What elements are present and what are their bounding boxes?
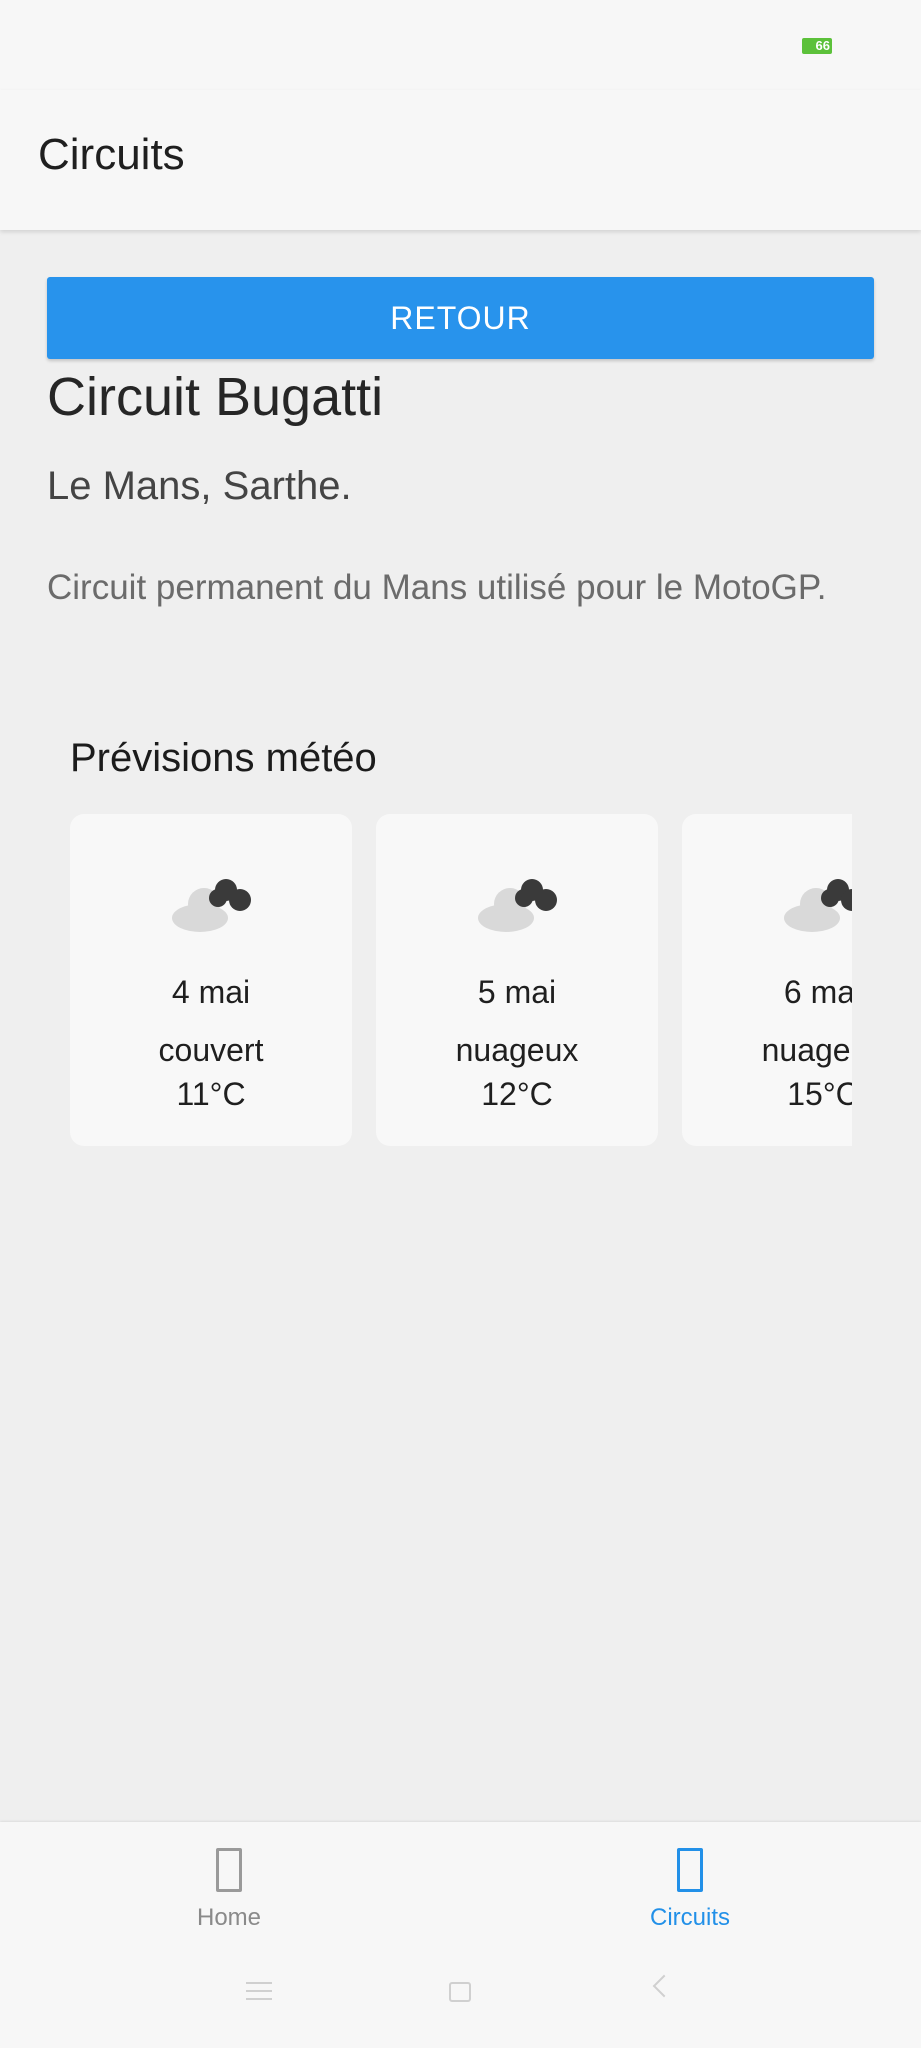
forecast-description: couvert	[158, 1032, 264, 1068]
nav-item-home[interactable]: Home	[149, 1848, 309, 1948]
forecast-card: 6 mai nuageux 15°C	[682, 814, 852, 1146]
recent-apps-icon[interactable]	[246, 1982, 272, 2006]
home-button-icon[interactable]	[449, 1982, 471, 2002]
forecast-temperature: 11°C	[176, 1076, 246, 1112]
cloudy-icon	[784, 879, 852, 932]
circuit-name: Circuit Bugatti	[47, 367, 384, 427]
forecast-title: Prévisions météo	[70, 736, 377, 780]
forecast-date: 4 mai	[171, 974, 251, 1010]
forecast-card: 5 mai nuageux 12°C	[376, 814, 658, 1146]
forecast-description: nuageux	[761, 1032, 852, 1068]
forecast-temperature: 12°C	[481, 1076, 553, 1112]
circuit-location: Le Mans, Sarthe.	[47, 464, 352, 508]
nav-item-circuits[interactable]: Circuits	[610, 1848, 770, 1948]
back-arrow-icon[interactable]	[652, 1974, 676, 1998]
forecast-description: nuageux	[455, 1032, 579, 1068]
home-icon	[216, 1848, 242, 1892]
cloudy-icon	[478, 879, 557, 932]
nav-label-home: Home	[196, 1904, 262, 1931]
circuit-description: Circuit permanent du Mans utilisé pour l…	[47, 568, 827, 607]
battery-indicator: 66	[802, 38, 832, 54]
cloudy-icon	[172, 879, 251, 932]
system-navigation-bar	[0, 1960, 921, 2030]
page-title: Circuits	[38, 130, 185, 179]
status-bar: 66	[0, 0, 921, 90]
back-button[interactable]: RETOUR	[47, 277, 874, 359]
forecast-date: 6 mai	[783, 974, 852, 1010]
app-header: Circuits	[0, 90, 921, 230]
forecast-date: 5 mai	[477, 974, 557, 1010]
circuits-icon	[677, 1848, 703, 1892]
nav-label-circuits: Circuits	[649, 1904, 730, 1931]
forecast-temperature: 15°C	[787, 1076, 852, 1112]
forecast-card: 4 mai couvert 11°C	[70, 814, 352, 1146]
forecast-carousel[interactable]: 4 mai couvert 11°C 5 mai nuageux 12°C 6 …	[70, 814, 852, 1146]
